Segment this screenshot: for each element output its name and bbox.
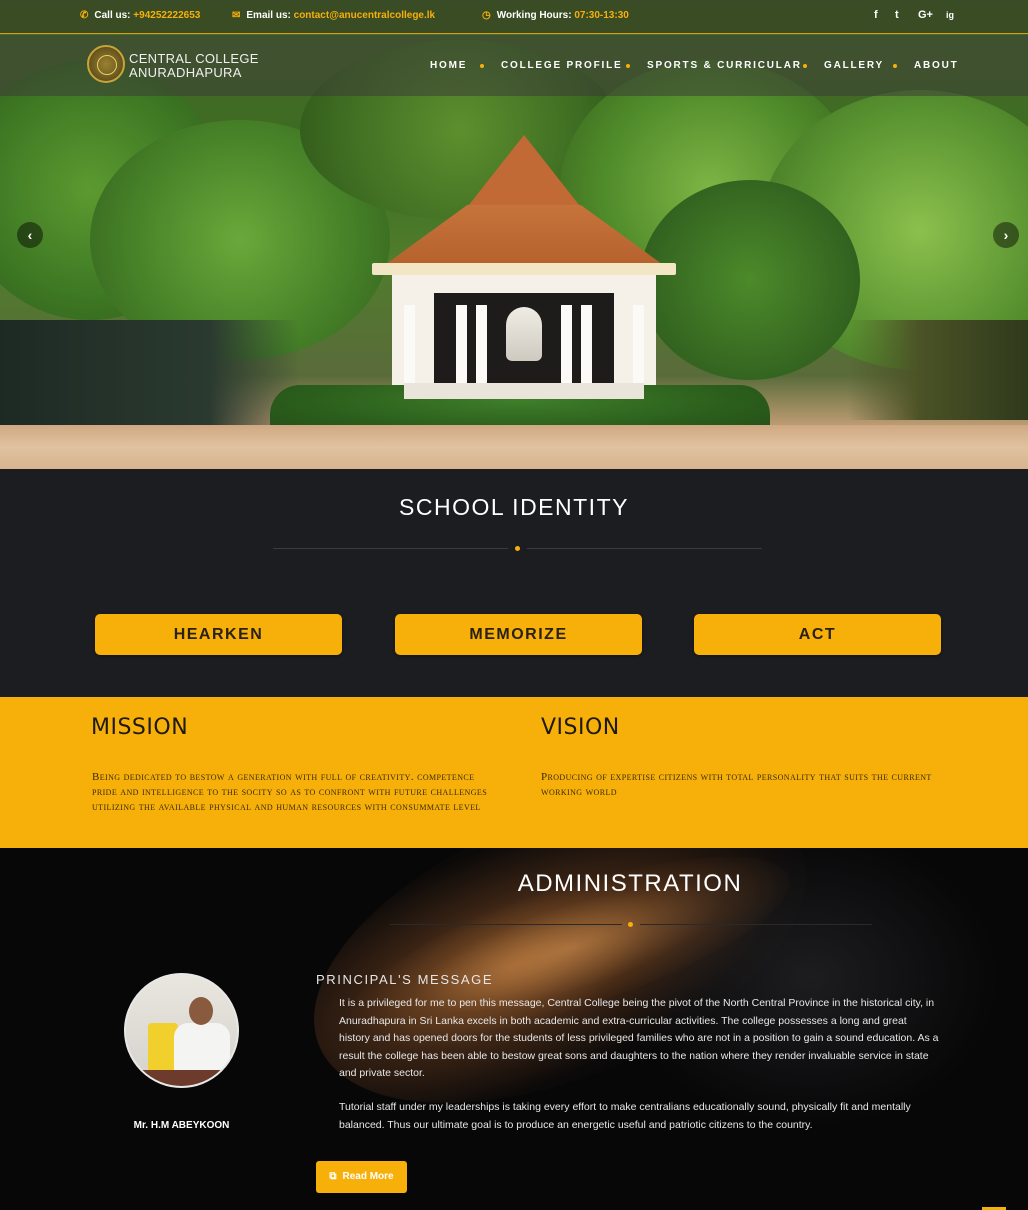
title-divider-dot (515, 546, 520, 551)
title-divider (527, 548, 762, 549)
instagram-icon[interactable]: ig (946, 10, 954, 20)
email-contact: ✉ Email us: contact@anucentralcollege.lk (232, 10, 435, 21)
college-crest-logo[interactable] (87, 45, 125, 83)
nav-separator-dot (803, 64, 807, 68)
hero-building-right (848, 320, 1028, 420)
title-divider (390, 924, 622, 925)
administration-title: ADMINISTRATION (517, 870, 743, 897)
email-label: Email us: (246, 10, 291, 21)
email-value[interactable]: contact@anucentralcollege.lk (294, 10, 435, 21)
principal-message-title: PRINCIPAL'S MESSAGE (316, 972, 494, 987)
nav-separator-dot (893, 64, 897, 68)
hours-contact: ◷ Working Hours: 07:30-13:30 (482, 10, 629, 21)
title-divider-dot (628, 922, 633, 927)
logo-line-1: CENTRAL COLLEGE (129, 51, 259, 66)
nav-college-profile[interactable]: COLLEGE PROFILE (501, 60, 622, 71)
school-identity-title: SCHOOL IDENTITY (399, 494, 629, 520)
identity-memorize: MEMORIZE (395, 614, 642, 655)
external-link-icon: ⧉ (329, 1171, 337, 1182)
principal-name: Mr. H.M ABEYKOON (133, 1120, 230, 1131)
nav-gallery[interactable]: GALLERY (824, 60, 884, 71)
mission-title: MISSION (91, 715, 189, 740)
hero-building-left (0, 320, 300, 430)
nav-separator-dot (480, 64, 484, 68)
call-contact: ✆ Call us: +94252222653 (80, 10, 200, 21)
mission-vision-section: MISSION Being dedicated to bestow a gene… (0, 697, 1028, 848)
slider-prev-button[interactable]: ‹ (17, 222, 43, 248)
administration-section: ADMINISTRATION Mr. H.M ABEYKOON PRINCIPA… (0, 848, 1028, 1210)
logo-text[interactable]: CENTRAL COLLEGE ANURADHAPURA (129, 52, 259, 80)
vision-text: Producing of expertise citizens with tot… (541, 771, 932, 798)
read-more-label: Read More (342, 1171, 394, 1182)
read-more-button[interactable]: ⧉ Read More (316, 1161, 407, 1193)
mission-text: Being dedicated to bestow a generation w… (92, 771, 488, 813)
top-contact-bar: ✆ Call us: +94252222653 ✉ Email us: contac… (0, 0, 1028, 34)
school-identity-section: SCHOOL IDENTITY HEARKEN MEMORIZE ACT (0, 469, 1028, 697)
identity-act: ACT (694, 614, 941, 655)
nav-about[interactable]: ABOUT (914, 60, 959, 71)
nav-separator-dot (626, 64, 630, 68)
identity-hearken: HEARKEN (95, 614, 342, 655)
phone-icon: ✆ (80, 10, 89, 21)
envelope-icon: ✉ (232, 10, 241, 21)
hours-label: Working Hours: (496, 10, 572, 21)
call-value[interactable]: +94252222653 (133, 10, 200, 21)
google-plus-icon[interactable]: G+ (918, 9, 933, 21)
call-label: Call us: (94, 10, 131, 21)
hours-value: 07:30-13:30 (574, 10, 629, 21)
slider-next-button[interactable]: › (993, 222, 1019, 248)
nav-home[interactable]: HOME (430, 60, 467, 71)
principal-message-paragraph-2: Tutorial staff under my leaderships is t… (339, 1101, 911, 1131)
facebook-icon[interactable]: f (874, 9, 878, 21)
principal-photo (124, 973, 239, 1088)
clock-icon: ◷ (482, 10, 491, 21)
title-divider (273, 548, 508, 549)
main-navbar: CENTRAL COLLEGE ANURADHAPURA HOME COLLEG… (0, 35, 1028, 96)
hero-shrine-image (368, 135, 680, 435)
logo-line-2: ANURADHAPURA (129, 65, 242, 80)
vision-title: VISION (541, 715, 620, 740)
title-divider (640, 924, 872, 925)
twitter-icon[interactable]: t (895, 9, 899, 21)
principal-message-paragraph-1: It is a privileged for me to pen this me… (339, 997, 939, 1080)
nav-sports-curricular[interactable]: SPORTS & CURRICULAR (647, 60, 802, 71)
